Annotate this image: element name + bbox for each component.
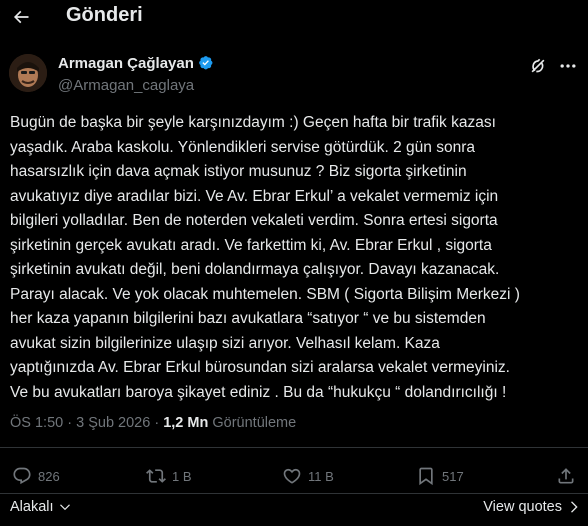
- more-options-button[interactable]: [556, 56, 580, 76]
- repost-count: 1 B: [172, 468, 192, 484]
- bookmark-button[interactable]: 517: [416, 466, 464, 486]
- author-handle[interactable]: @Armagan_caglaya: [58, 77, 194, 94]
- tweet-text: Bugün de başka bir şeyle karşınızdayım :…: [10, 111, 582, 405]
- tweet-line: Parayı alacak. Ve yok olacak muhtemelen.…: [10, 285, 520, 303]
- tweet-time[interactable]: ÖS 1:50: [10, 415, 63, 431]
- share-button[interactable]: [556, 466, 576, 486]
- sort-replies-dropdown[interactable]: Alakalı: [10, 499, 72, 515]
- reply-button[interactable]: 826: [12, 466, 60, 486]
- grok-button[interactable]: [528, 56, 548, 76]
- verified-badge-icon: [198, 55, 215, 72]
- reply-icon: [12, 466, 32, 486]
- divider: [0, 493, 588, 494]
- grok-icon: [528, 56, 548, 76]
- tweet-line: hasarsızlık için dava açmak istiyor musu…: [10, 163, 467, 180]
- chevron-down-icon: [58, 500, 72, 514]
- bookmark-count: 517: [442, 468, 464, 484]
- view-quotes-link[interactable]: View quotes: [483, 499, 582, 515]
- arrow-left-icon: [11, 7, 31, 27]
- repost-button[interactable]: 1 B: [146, 466, 192, 486]
- meta-separator: ·: [67, 415, 73, 431]
- tweet-date[interactable]: 3 Şub 2026: [76, 415, 150, 431]
- author-name-row: Armagan Çağlayan: [58, 55, 215, 72]
- sort-label: Alakalı: [10, 499, 54, 515]
- tweet-line: şirketinin gerçek avukatı aradı. Ve fark…: [10, 236, 492, 254]
- bookmark-icon: [416, 466, 436, 486]
- tweet-line: şirketinin avukatı değil, beni dolandırm…: [10, 261, 500, 278]
- top-header: Gönderi: [0, 0, 588, 34]
- view-quotes-label: View quotes: [483, 499, 562, 515]
- tweet-line: yaptığınızda Av. Ebrar Erkul bürosundan …: [10, 359, 510, 376]
- tweet-line: yaşadık. Araba kaskolu. Yönlendikleri se…: [10, 138, 475, 156]
- like-count: 11 B: [308, 468, 334, 484]
- tweet-meta: ÖS 1:50 · 3 Şub 2026 · 1,2 Mn Görüntülem…: [10, 415, 296, 431]
- tweet-line: Ve bu avukatları baroya şikayet ediniz .…: [10, 383, 507, 401]
- action-bar: 826 1 B 11 B 517: [0, 457, 588, 495]
- share-icon: [556, 466, 576, 486]
- tweet-line: her kaza yapanın bilgilerini bazı avukat…: [10, 310, 486, 327]
- back-button[interactable]: [6, 2, 36, 32]
- tweet-line: Bugün de başka bir şeyle karşınızdayım :…: [10, 114, 496, 131]
- meta-separator: ·: [154, 415, 160, 431]
- repost-icon: [146, 466, 166, 486]
- tweet-line: bilgileri yolladılar. Ben de noterden ve…: [10, 212, 498, 229]
- divider: [0, 447, 588, 448]
- more-dots-icon: [558, 56, 578, 76]
- avatar[interactable]: [9, 54, 47, 92]
- chevron-right-icon: [566, 499, 582, 515]
- views-label: Görüntüleme: [212, 415, 297, 431]
- tweet-line: avukatıyız diye aradılar bizi. Ve Av. Eb…: [10, 187, 499, 205]
- like-button[interactable]: 11 B: [282, 466, 334, 486]
- reply-count: 826: [38, 468, 60, 484]
- views-count: 1,2 Mn: [163, 415, 209, 431]
- heart-icon: [282, 466, 302, 486]
- author-name[interactable]: Armagan Çağlayan: [58, 55, 194, 72]
- page-title: Gönderi: [66, 4, 143, 26]
- tweet-line: avukat sizin bilgilerinize ulaşıp sizi a…: [10, 334, 440, 352]
